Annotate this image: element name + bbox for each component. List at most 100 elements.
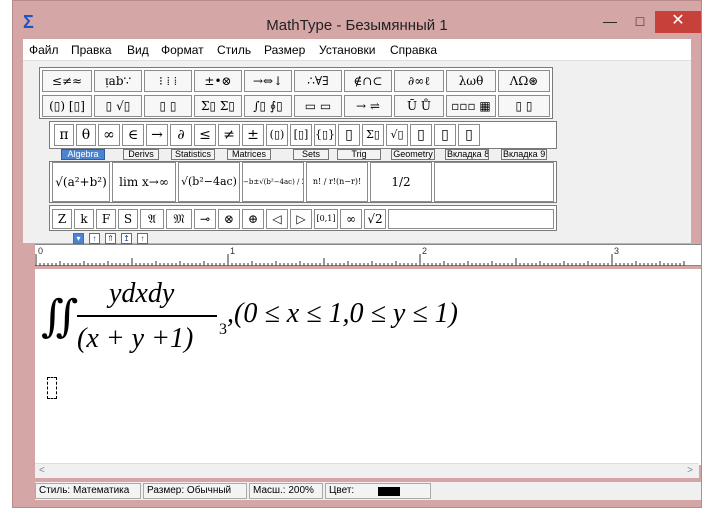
symbol-sqrt[interactable]: √▯ [386,124,408,146]
palette-integrals[interactable]: ∫▯ ∮▯ [244,95,292,117]
menu-preferences[interactable]: Установки [319,43,375,57]
symbol-triangle-left[interactable]: ◁ [266,209,288,229]
horizontal-scrollbar[interactable]: < > [35,463,699,478]
palette-misc[interactable]: ∂∞ℓ [394,70,444,92]
symbol-subsup[interactable]: ▯ [458,124,480,146]
palette-boxes[interactable]: ▯ ▯ [498,95,550,117]
minimize-button[interactable]: — [595,11,625,33]
symbol-infinity-2[interactable]: ∞ [340,209,362,229]
symbol-interval[interactable]: [0,1] [314,209,338,229]
symbol-parens[interactable]: (▯) [266,124,288,146]
tab-trig[interactable]: Trig [337,149,381,160]
symbol-fraction[interactable]: ▯ [338,124,360,146]
symbol-sum[interactable]: Σ▯ [362,124,384,146]
scroll-left-icon[interactable]: < [39,465,45,476]
symbol-braces[interactable]: {▯} [314,124,336,146]
template-binomial[interactable]: n! / r!(n−r)! [306,162,368,202]
status-style: Стиль: Математика [35,483,141,499]
menu-view[interactable]: Вид [127,43,149,57]
close-button[interactable]: ✕ [655,11,701,33]
style-bold-z[interactable]: Z [52,209,72,229]
template-half[interactable]: 1/2 [370,162,432,202]
symbol-element-of[interactable]: ∈ [122,124,144,146]
palette-embellishments[interactable]: ⁝ ⁞ ⁞ [144,70,192,92]
symbol-leq[interactable]: ≤ [194,124,216,146]
palette-relations[interactable]: ≤≠≈ [42,70,92,92]
menu-size[interactable]: Размер [264,43,305,57]
palette-sets[interactable]: ∉∩⊂ [344,70,392,92]
palette-operators[interactable]: ±•⊗ [194,70,242,92]
palette-logic[interactable]: ∴∀∃ [294,70,342,92]
symbol-triangle-right[interactable]: ▷ [290,209,312,229]
symbol-pi[interactable]: π [54,124,74,146]
denominator: (x + y +1) [77,323,194,354]
template-pythagoras[interactable]: √(a²+b²) [52,162,110,202]
tab-statistics[interactable]: Statistics [171,149,215,160]
palette-products[interactable]: Ū Ů [394,95,444,117]
template-discriminant[interactable]: √(b²−4ac) [178,162,240,202]
template-discriminant-label: √(b²−4ac) [181,175,237,188]
palette-sums[interactable]: Σ▯ Σ▯ [194,95,242,117]
symbol-empty-slot[interactable] [388,209,554,229]
style-k[interactable]: k [74,209,94,229]
palette-greek-lower[interactable]: λωθ [446,70,496,92]
palette-fractions-radicals[interactable]: ▯ √▯ [94,95,142,117]
symbol-superscript[interactable]: ▯ [410,124,432,146]
symbol-neq[interactable]: ≠ [218,124,240,146]
symbol-oplus[interactable]: ⊕ [242,209,264,229]
style-f[interactable]: F [96,209,116,229]
symbol-otimes[interactable]: ⊗ [218,209,240,229]
symbol-theta[interactable]: θ [76,124,96,146]
size-button-1[interactable]: ▾ [73,233,84,244]
palette-matrices[interactable]: ▫▫▫ ▦ [446,95,496,117]
size-button-4[interactable]: ↥ [121,233,132,244]
symbol-partial[interactable]: ∂ [170,124,192,146]
tab-geometry[interactable]: Geometry [391,149,435,160]
tab-matrices[interactable]: Matrices [227,149,271,160]
palette-subscripts[interactable]: ▯ ▯ [144,95,192,117]
style-fraktur-m[interactable]: 𝔐 [166,209,192,229]
template-quadratic-label: −b±√(b²−4ac) / 2a [243,178,304,186]
menu-help[interactable]: Справка [390,43,437,57]
ruler[interactable]: 0 1 2 3 [35,244,701,266]
status-bar: Стиль: Математика Размер: Обычный Масш.:… [35,482,701,500]
tab-algebra[interactable]: Algebra [61,149,105,160]
symbol-multimap[interactable]: ⊸ [194,209,216,229]
tab-derivs[interactable]: Derivs [123,149,159,160]
size-button-3[interactable]: ⇑ [105,233,116,244]
symbol-plusminus[interactable]: ± [242,124,264,146]
symbol-sqrt2[interactable]: √2 [364,209,386,229]
symbol-arrow[interactable]: → [146,124,168,146]
maximize-button[interactable]: □ [625,11,655,33]
palette-bars[interactable]: ▭ ▭ [294,95,342,117]
color-swatch[interactable] [378,487,400,496]
menu-format[interactable]: Формат [161,43,204,57]
template-empty-slot[interactable] [434,162,554,202]
palette-labeled-arrows[interactable]: → ⇌ [344,95,392,117]
symbol-subscript[interactable]: ▯ [434,124,456,146]
tab-9[interactable]: Вкладка 9 [501,149,547,160]
double-integral-symbol: ∬ [41,292,79,341]
cursor-slot[interactable] [47,377,57,399]
symbol-infinity[interactable]: ∞ [98,124,120,146]
template-limit-label: lim x→∞ [119,175,169,189]
size-button-5[interactable]: ↑ [137,233,148,244]
style-fraktur-a[interactable]: 𝔄 [140,209,164,229]
symbol-brackets[interactable]: [▯] [290,124,312,146]
menu-style[interactable]: Стиль [217,43,251,57]
menu-edit[interactable]: Правка [71,43,112,57]
template-quadratic-formula[interactable]: −b±√(b²−4ac) / 2a [242,162,304,202]
tab-8[interactable]: Вкладка 8 [445,149,489,160]
style-s[interactable]: S [118,209,138,229]
size-button-2[interactable]: ↑ [89,233,100,244]
title-bar[interactable]: Σ MathType - Безымянный 1 — □ ✕ [13,1,701,39]
palette-arrows[interactable]: →⇔↓ [244,70,292,92]
palette-fences[interactable]: (▯) [▯] [42,95,92,117]
palette-spaces[interactable]: ᴉab∵ [94,70,142,92]
equation-editor[interactable]: ∬ ydxdy (x + y +1) 3 ,(0 ≤ x ≤ 1,0 ≤ y ≤… [35,269,701,465]
scroll-right-icon[interactable]: > [687,465,693,476]
menu-file[interactable]: Файл [29,43,59,57]
tab-sets[interactable]: Sets [293,149,329,160]
palette-greek-upper[interactable]: ΛΩ⊛ [498,70,550,92]
template-limit[interactable]: lim x→∞ [112,162,176,202]
